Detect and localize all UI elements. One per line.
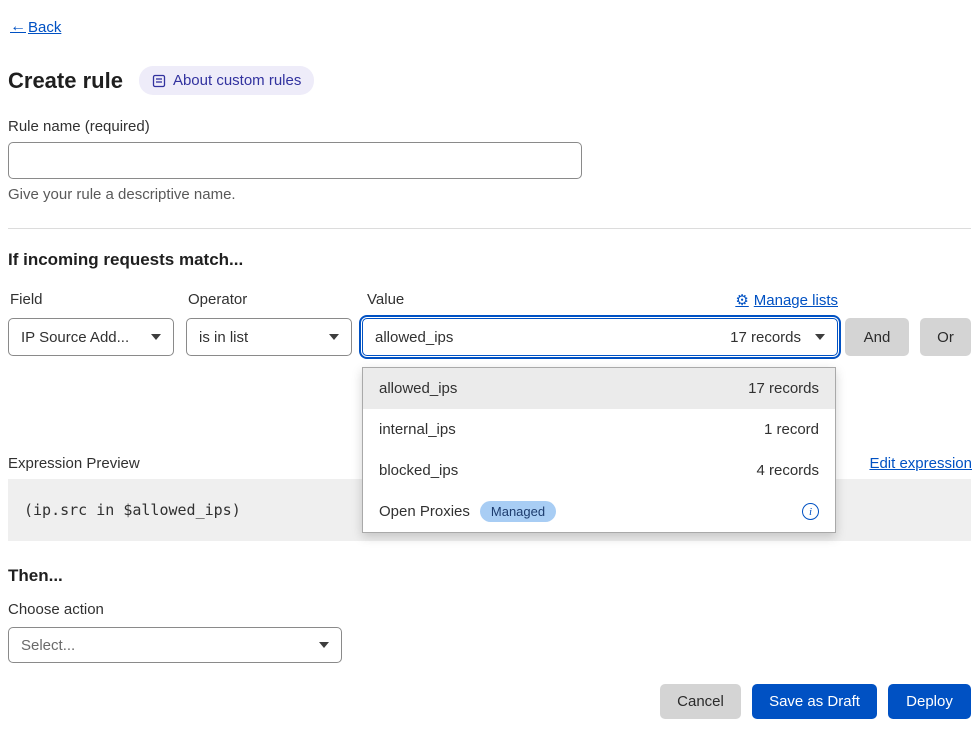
- about-custom-rules-label: About custom rules: [173, 72, 301, 89]
- value-dropdown-menu: allowed_ips 17 records internal_ips 1 re…: [362, 367, 836, 533]
- rule-name-helper-text: Give your rule a descriptive name.: [8, 186, 236, 203]
- list-item-meta: 17 records: [748, 380, 819, 397]
- value-select-records: 17 records: [730, 329, 801, 346]
- book-icon: [152, 74, 166, 88]
- value-select-value: allowed_ips: [375, 329, 453, 346]
- info-icon[interactable]: i: [802, 503, 819, 520]
- chevron-down-icon: [151, 334, 161, 340]
- list-item-name: allowed_ips: [379, 380, 457, 397]
- edit-expression-link[interactable]: Edit expression: [869, 455, 972, 472]
- back-arrow-icon: ←: [10, 18, 26, 36]
- manage-lists-link[interactable]: ⚙ Manage lists: [735, 291, 838, 309]
- gear-icon: ⚙: [735, 291, 748, 309]
- chevron-down-icon: [319, 642, 329, 648]
- rule-name-label: Rule name (required): [8, 118, 150, 135]
- deploy-button[interactable]: Deploy: [888, 684, 971, 719]
- list-item-meta: 1 record: [764, 421, 819, 438]
- section-divider: [8, 228, 971, 229]
- rule-name-input[interactable]: [8, 142, 582, 179]
- list-item-blocked-ips[interactable]: blocked_ips 4 records: [363, 450, 835, 491]
- or-button[interactable]: Or: [920, 318, 971, 356]
- list-item-meta: 4 records: [756, 462, 819, 479]
- page-title: Create rule: [8, 68, 123, 94]
- list-item-name: Open Proxies: [379, 503, 470, 520]
- action-select-placeholder: Select...: [21, 637, 75, 654]
- create-rule-page: ←Back Create rule About custom rules Rul…: [0, 0, 979, 739]
- list-item-internal-ips[interactable]: internal_ips 1 record: [363, 409, 835, 450]
- operator-select-value: is in list: [199, 329, 248, 346]
- about-custom-rules-link[interactable]: About custom rules: [139, 66, 314, 95]
- value-select[interactable]: allowed_ips 17 records: [362, 318, 838, 356]
- operator-select[interactable]: is in list: [186, 318, 352, 356]
- match-section-heading: If incoming requests match...: [8, 250, 243, 270]
- back-link-label: Back: [28, 19, 61, 36]
- field-column-label: Field: [10, 291, 43, 308]
- chevron-down-icon: [329, 334, 339, 340]
- list-item-name: blocked_ips: [379, 462, 458, 479]
- and-button[interactable]: And: [845, 318, 909, 356]
- manage-lists-label: Manage lists: [754, 292, 838, 309]
- then-section-heading: Then...: [8, 566, 63, 586]
- title-row: Create rule About custom rules: [8, 66, 314, 95]
- list-item-allowed-ips[interactable]: allowed_ips 17 records: [363, 368, 835, 409]
- choose-action-label: Choose action: [8, 601, 104, 618]
- expression-preview-label: Expression Preview: [8, 455, 140, 472]
- action-select[interactable]: Select...: [8, 627, 342, 663]
- chevron-down-icon: [815, 334, 825, 340]
- save-as-draft-button[interactable]: Save as Draft: [752, 684, 877, 719]
- operator-column-label: Operator: [188, 291, 247, 308]
- back-link[interactable]: ←Back: [10, 18, 61, 36]
- value-column-label: Value: [367, 291, 404, 308]
- list-item-open-proxies[interactable]: Open Proxies Managed i: [363, 491, 835, 532]
- cancel-button[interactable]: Cancel: [660, 684, 741, 719]
- managed-badge: Managed: [480, 501, 556, 522]
- list-item-name: internal_ips: [379, 421, 456, 438]
- field-select[interactable]: IP Source Add...: [8, 318, 174, 356]
- field-select-value: IP Source Add...: [21, 329, 129, 346]
